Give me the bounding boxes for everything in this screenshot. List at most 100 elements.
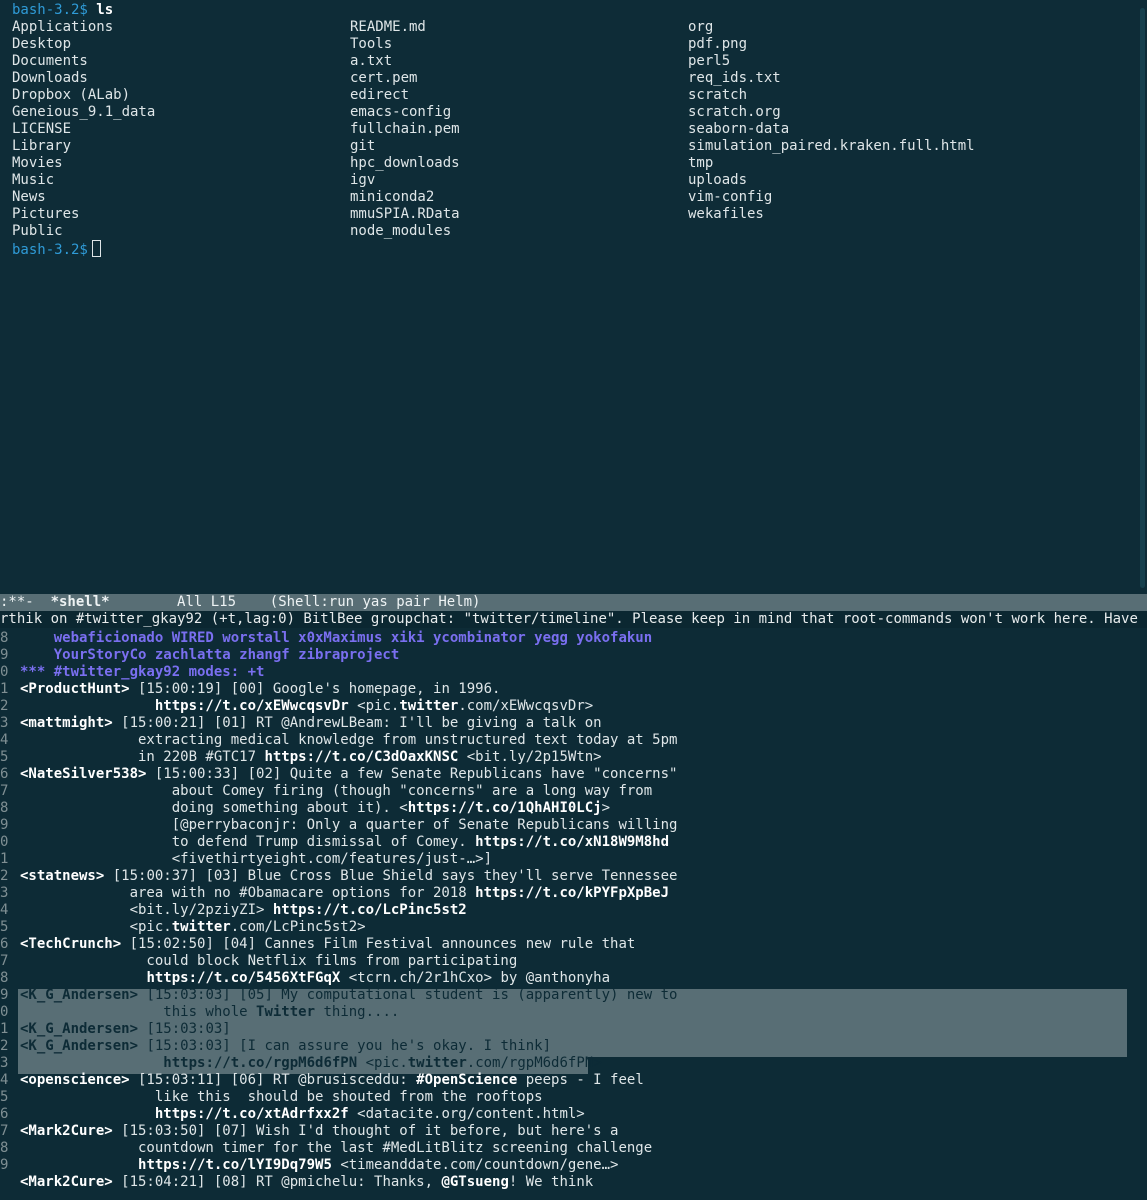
line-number: 0	[0, 664, 9, 680]
ls-entry: cert.pem	[350, 70, 418, 86]
nick[interactable]: <NateSilver538>	[20, 766, 146, 782]
message-text: area with no #Obamacare options for 2018	[20, 885, 476, 901]
line-number: 3	[0, 1055, 9, 1071]
prompt-line[interactable]: bash-3.2$	[12, 240, 101, 259]
nick[interactable]: <openscience>	[20, 1072, 130, 1088]
message-text: doing something about it). <	[20, 800, 408, 816]
shell-prompt-2: bash-3.2$	[12, 242, 88, 258]
ls-entry: Applications	[12, 19, 114, 35]
link[interactable]: https://t.co/xtAdrfxx2f	[155, 1106, 349, 1122]
link[interactable]: https://t.co/rgpM6d6fPN	[163, 1055, 357, 1071]
message-text: <datacite.org/content.html>	[348, 1106, 585, 1122]
chat-pane[interactable]: 8 webaficionado WIRED worstall x0xMaximu…	[0, 628, 1147, 1200]
link[interactable]: Twitter	[256, 1004, 315, 1020]
line-number: 9	[0, 987, 9, 1003]
line-number: 3	[0, 715, 9, 731]
hashtag[interactable]: @GTsueng	[441, 1174, 508, 1190]
nick[interactable]: <Mark2Cure>	[20, 1174, 113, 1190]
nick[interactable]: <K_G_Andersen>	[20, 1021, 138, 1037]
nick[interactable]: <Mark2Cure>	[20, 1123, 113, 1139]
line-number: 4	[0, 902, 9, 918]
ls-column-1: Applications Desktop Documents Downloads Dro…	[12, 19, 155, 240]
message-text: [15:00:19] [00] Google's homepage, in 19…	[129, 681, 501, 697]
line-number: 7	[0, 1123, 9, 1139]
ls-entry: hpc_downloads	[350, 155, 460, 171]
chat-line: in 220B #GTC17 https://t.co/C3dOaxKNSC <…	[20, 749, 602, 766]
line-number: 7	[0, 783, 9, 799]
message-text: [15:03:50] [07] Wish I'd thought of it b…	[112, 1123, 619, 1139]
message-text: [15:03:03]	[138, 1021, 231, 1037]
hashtag[interactable]: #OpenScience	[416, 1072, 517, 1088]
chat-line: <ProductHunt> [15:00:19] [00] Google's h…	[20, 681, 500, 698]
link[interactable]: https://t.co/xN18W9M8hd	[475, 834, 669, 850]
chat-line: <pic.twitter.com/LcPinc5st2>	[20, 919, 366, 936]
message-text: .com/LcPinc5st2>	[230, 919, 366, 935]
nick[interactable]: <K_G_Andersen>	[20, 987, 138, 1003]
link[interactable]: https://t.co/LcPinc5st2	[273, 902, 467, 918]
chat-line: <mattmight> [15:00:21] [01] RT @AndrewLB…	[20, 715, 602, 732]
ls-entry: Public	[12, 223, 63, 239]
ls-entry: Downloads	[12, 70, 88, 86]
message-text: [15:03:03] [I can assure you he's okay. …	[138, 1038, 552, 1054]
ls-entry: Desktop	[12, 36, 72, 52]
ls-entry: Pictures	[12, 206, 80, 222]
chat-line: https://t.co/xtAdrfxx2f <datacite.org/co…	[20, 1106, 585, 1123]
ls-entry: miniconda2	[350, 189, 435, 205]
link[interactable]: twitter	[172, 919, 231, 935]
nick[interactable]: <mattmight>	[20, 715, 113, 731]
chat-line: YourStoryCo zachlatta zhangf zibraprojec…	[20, 647, 400, 664]
link[interactable]: https://t.co/xEWwcqsvDr	[155, 698, 349, 714]
shell-pane[interactable]: bash-3.2$ ls Applications Desktop Document…	[0, 0, 1147, 594]
ls-entry: emacs-config	[350, 104, 452, 120]
mode-line: :**- *shell* All L15 (Shell:run yas pair…	[0, 594, 1147, 611]
chat-line: to defend Trump dismissal of Comey. http…	[20, 834, 669, 851]
message-text: [15:02:50] [04] Cannes Film Festival ann…	[121, 936, 636, 952]
modeline-buffer-name[interactable]: *shell*	[51, 594, 110, 610]
message-text: could block Netflix films from participa…	[20, 953, 518, 969]
line-number: 6	[0, 1106, 9, 1122]
line-number: 0	[0, 1004, 9, 1020]
line-number: 8	[0, 800, 9, 816]
link[interactable]: https://t.co/5456XtFGqX	[146, 970, 340, 986]
line-number: 6	[0, 936, 9, 952]
ls-entry: Music	[12, 172, 55, 188]
message-text: <tcrn.ch/2r1hCxo> by @anthonyha	[340, 970, 611, 986]
ls-entry: seaborn-data	[688, 121, 790, 137]
nick[interactable]: <statnews>	[20, 868, 104, 884]
link[interactable]: https://t.co/lYI9Dq79W5	[138, 1157, 332, 1173]
line-number: 2	[0, 698, 9, 714]
nick[interactable]: <ProductHunt>	[20, 681, 130, 697]
message-text: <bit.ly/2p15Wtn>	[458, 749, 602, 765]
message-text: >	[601, 800, 611, 816]
line-number: 2	[0, 1038, 9, 1054]
link[interactable]: twitter	[408, 1055, 467, 1071]
link[interactable]: twitter	[399, 698, 458, 714]
chat-line: [@perrybaconjr: Only a quarter of Senate…	[20, 817, 678, 834]
scrollbar-thumb[interactable]	[1140, 8, 1145, 588]
line-number: 4	[0, 732, 9, 748]
ls-entry: igv	[350, 172, 376, 188]
message-text: [15:03:11] [06] RT @brusisceddu:	[129, 1072, 417, 1088]
ls-entry: a.txt	[350, 53, 393, 69]
ls-entry: vim-config	[688, 189, 773, 205]
message-text	[20, 1055, 163, 1071]
scrollbar[interactable]	[1139, 0, 1147, 594]
chat-line: extracting medical knowledge from unstru…	[20, 732, 677, 749]
chat-line: https://t.co/lYI9Dq79W5 <timeanddate.com…	[20, 1157, 618, 1174]
nick[interactable]: <K_G_Andersen>	[20, 1038, 138, 1054]
line-number: 9	[0, 817, 9, 833]
message-text	[20, 970, 146, 986]
link[interactable]: https://t.co/kPYFpXpBeJ	[475, 885, 669, 901]
left-fringe	[0, 0, 10, 594]
link[interactable]: https://t.co/C3dOaxKNSC	[264, 749, 458, 765]
message-text: countdown timer for the last #MedLitBlit…	[20, 1140, 653, 1156]
modeline-modes[interactable]: (Shell:run yas pair Helm)	[270, 594, 481, 610]
message-text: [15:00:21] [01] RT @AndrewLBeam: I'll be…	[112, 715, 602, 731]
chat-line: https://t.co/xEWwcqsvDr <pic.twitter.com…	[20, 698, 593, 715]
ls-entry: Dropbox (ALab)	[12, 87, 131, 103]
nick[interactable]: <TechCrunch>	[20, 936, 121, 952]
chat-line: about Comey firing (though "concerns" ar…	[20, 783, 652, 800]
link[interactable]: https://t.co/1QhAHI0LCj	[408, 800, 602, 816]
message-text: to defend Trump dismissal of Comey.	[20, 834, 476, 850]
chat-line: doing something about it). <https://t.co…	[20, 800, 610, 817]
